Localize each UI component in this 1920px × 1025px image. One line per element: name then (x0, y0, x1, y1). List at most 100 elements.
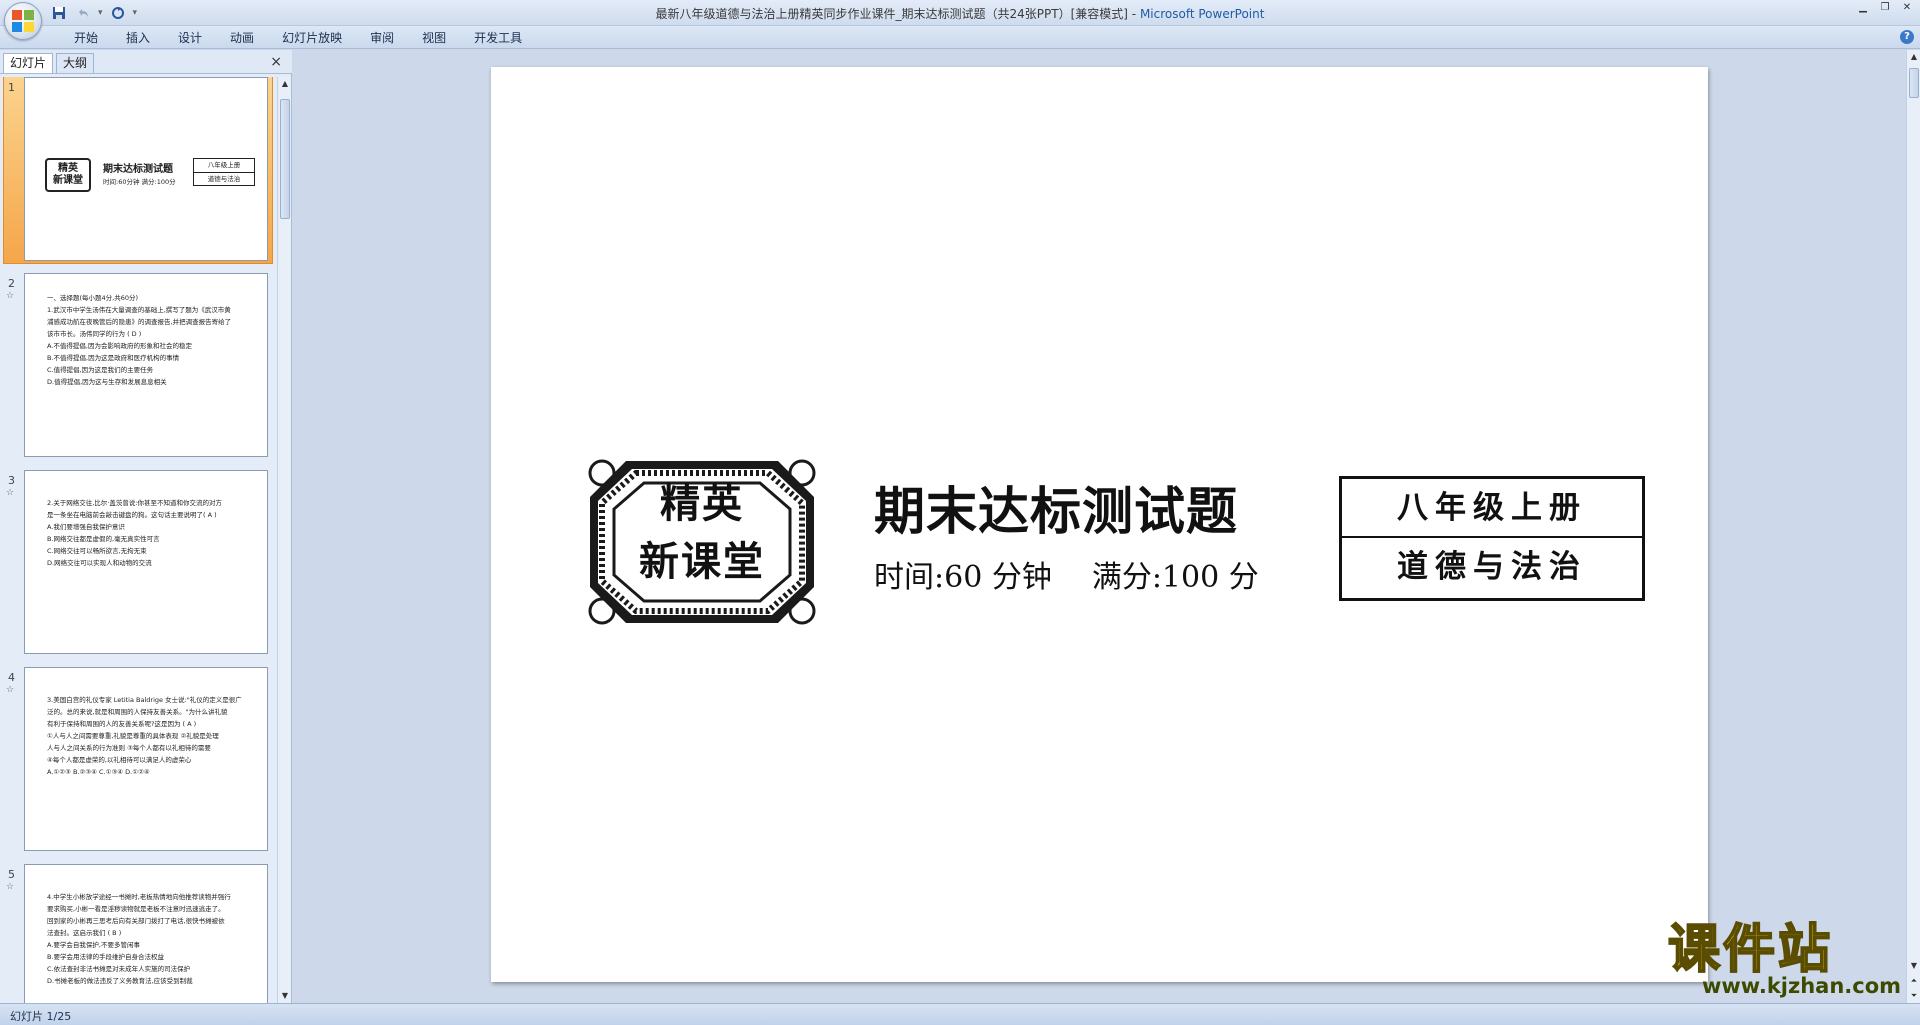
thumbnail-preview[interactable]: 一、选择题(每小题4分,共60分) 1.武汉市中学生汤伟在大量调查的基础上,撰写… (24, 273, 268, 457)
tab-review[interactable]: 审阅 (356, 29, 408, 47)
emblem-logo: 精英 新课堂 (586, 457, 818, 627)
restore-icon[interactable]: ❐ (1876, 2, 1894, 16)
tab-insert[interactable]: 插入 (112, 29, 164, 47)
thumb-text-line: D.网络交往可以实现人和动物的交流 (47, 559, 152, 567)
thumbnail-preview[interactable]: 2.关于网络交往,比尔·盖茨曾说:你甚至不知道和你交流的对方 是一条坐在电脑前会… (24, 470, 268, 654)
mini-subtitle: 时间:60分钟 满分:100分 (103, 178, 176, 186)
thumb-text-line: D.书摊老板的做法违反了义务教育法,应该受到制裁 (47, 977, 193, 985)
thumb-text-line: A.①②③ B.②③④ C.①③④ D.①②④ (47, 768, 150, 776)
thumb-text-line: C.网络交往可以畅所欲言,无拘无束 (47, 547, 147, 555)
thumb-text-line: A.不值得提倡,因为会影响政府的形象和社会的稳定 (47, 342, 192, 350)
next-slide-icon[interactable]: ⏷ (1908, 989, 1920, 1003)
thumb-text-line: C.依法查封非法书摊是对未成年人实施的司法保护 (47, 965, 191, 973)
scrollbar-thumb[interactable] (280, 99, 290, 219)
thumb-text-line: 是一条坐在电脑前会敲击键盘的狗。这句话主要说明了( A ) (47, 511, 217, 519)
slide-number: 5 (8, 868, 15, 881)
tab-outline[interactable]: 大纲 (56, 53, 95, 73)
thumbnail-preview[interactable]: 精英 新课堂 期末达标测试题 时间:60分钟 满分:100分 八年级上册 道德与… (24, 77, 268, 261)
title-bar: ▾ ▾ 最新八年级道德与法治上册精英同步作业课件_期末达标测试题（共24张PPT… (0, 0, 1920, 40)
thumb-text-line: D.值得提倡,因为这与生存和发展息息相关 (47, 378, 167, 386)
thumb-text-line: 浦感成功航在夜晚管后的隐患》的调查报告,并把调查报告寄给了 (47, 318, 232, 326)
tab-slide-show[interactable]: 幻灯片放映 (268, 29, 356, 47)
thumb-text-line: 泛的。总的来说,就是和周围的人保持友善关系。"为什么讲礼貌 (47, 708, 228, 716)
slide-number: 2 (8, 277, 15, 290)
scroll-down-icon[interactable]: ▼ (279, 989, 291, 1003)
slide-title: 期末达标测试题 (874, 482, 1239, 542)
mini-box-bottom: 道德与法治 (207, 175, 241, 183)
thumb-text-line: 2.关于网络交往,比尔·盖茨曾说:你甚至不知道和你交流的对方 (47, 499, 223, 507)
tab-home[interactable]: 开始 (60, 29, 112, 47)
close-icon[interactable]: ✕ (1898, 2, 1916, 16)
thumb-text-line: B.要学会用法律的手段维护自身合法权益 (47, 953, 165, 961)
previous-slide-icon[interactable]: ⏶ (1908, 974, 1920, 988)
thumb-text-line: 该市市长。汤伟同学的行为 ( D ) (47, 330, 142, 338)
tab-design[interactable]: 设计 (164, 29, 216, 47)
animation-star-icon: ☆ (6, 291, 15, 301)
grade-subject-box: 八年级上册 道德与法治 (1339, 476, 1645, 601)
thumb-text-line: B.不值得提倡,因为这是政府和医疗机构的事情 (47, 354, 180, 362)
animation-star-icon: ☆ (6, 488, 15, 498)
slide-editing-area: 精英 新课堂 期末达标测试题 时间:60 分钟 满分:100 分 八年级上册 道德… (293, 50, 1906, 1003)
document-title: 最新八年级道德与法治上册精英同步作业课件_期末达标测试题（共24张PPT）[兼容… (655, 7, 1128, 21)
status-bar: 幻灯片 1/25 (0, 1003, 1920, 1025)
thumb-text-line: A.要学会自我保护,不要多管闲事 (47, 941, 140, 949)
thumb-text-line: 有利于保持和周围的人的友善关系呢?这是因为 ( A ) (47, 720, 197, 728)
tab-animations[interactable]: 动画 (216, 29, 268, 47)
watermark-url: www.kjzhan.com (1702, 974, 1902, 998)
score-text: 满分:100 分 (1091, 560, 1259, 595)
thumb-text-line: 法查封。这启示我们 ( B ) (47, 929, 122, 937)
thumbnail-preview[interactable]: 3.美国白宫的礼仪专家 Letitia Baldrige 女士说:"礼仪的定义是… (24, 667, 268, 851)
ribbon-tabs: 开始 插入 设计 动画 幻灯片放映 审阅 视图 开发工具 (60, 29, 536, 47)
office-button[interactable] (4, 2, 42, 40)
watermark-text: 课件站 (1667, 920, 1834, 980)
grade-label: 八年级上册 (1342, 479, 1642, 538)
title-separator: - (1127, 7, 1140, 21)
office-logo-icon (12, 10, 34, 32)
mini-title: 期末达标测试题 (103, 164, 173, 175)
emblem-text: 精英 新课堂 (639, 480, 765, 585)
window-controls: ▁ ❐ ✕ (1854, 2, 1916, 16)
thumb-text-line: C.值得提倡,因为这是我们的主要任务 (47, 366, 154, 374)
current-slide[interactable]: 精英 新课堂 期末达标测试题 时间:60 分钟 满分:100 分 八年级上册 道德… (491, 67, 1708, 982)
thumb-text-line: ④每个人都是虚荣的,以礼相待可以满足人的虚荣心 (47, 756, 192, 764)
scroll-down-icon[interactable]: ▼ (1908, 959, 1920, 973)
subject-label: 道德与法治 (1397, 549, 1587, 585)
animation-star-icon: ☆ (6, 882, 15, 892)
slide-scrollbar[interactable]: ▲ ▼ ⏶ ⏷ (1906, 50, 1920, 1003)
scroll-up-icon[interactable]: ▲ (1908, 50, 1920, 64)
thumb-text-line: B.网络交往都是虚假的,毫无真实性可言 (47, 535, 160, 543)
tab-developer[interactable]: 开发工具 (460, 29, 536, 47)
slide-subtitle: 时间:60 分钟 满分:100 分 (874, 552, 1259, 596)
minimize-icon[interactable]: ▁ (1854, 2, 1872, 16)
tab-slides[interactable]: 幻灯片 (3, 53, 54, 73)
thumb-text-line: A.我们要增强自我保护意识 (47, 523, 125, 531)
slide-number: 3 (8, 474, 15, 487)
window-title: 最新八年级道德与法治上册精英同步作业课件_期末达标测试题（共24张PPT）[兼容… (0, 5, 1920, 22)
mini-emblem-text: 精英 新课堂 (53, 163, 83, 186)
slides-panel: 幻灯片 大纲 × 1 精英 新课堂 期末达标测试题 时间:60分钟 满分:100… (0, 50, 292, 1003)
watermark-logo: 课件站 www.kjzhan.com (1667, 920, 1902, 1002)
thumb-text-line: 1.武汉市中学生汤伟在大量调查的基础上,撰写了题为《武汉市黄 (47, 306, 231, 314)
help-icon[interactable]: ? (1900, 30, 1914, 44)
slide-number: 1 (8, 81, 15, 94)
mini-box-top: 八年级上册 (194, 159, 254, 173)
mini-grade-box: 八年级上册 道德与法治 (193, 158, 255, 186)
thumbnail-scrollbar[interactable]: ▲ ▼ (277, 77, 291, 1003)
thumb-text-line: 一、选择题(每小题4分,共60分) (47, 294, 139, 302)
app-name: Microsoft PowerPoint (1139, 7, 1265, 21)
ribbon-tab-row: 开始 插入 设计 动画 幻灯片放映 审阅 视图 开发工具 ? (0, 26, 1920, 49)
thumb-text-line: 3.美国白宫的礼仪专家 Letitia Baldrige 女士说:"礼仪的定义是… (47, 696, 242, 704)
time-text: 时间:60 分钟 (874, 560, 1052, 595)
thumb-text-line: 人与人之间关系的行为准则 ③每个人都有以礼相待的需要 (47, 744, 211, 752)
panel-close-icon[interactable]: × (270, 54, 282, 70)
scrollbar-thumb[interactable] (1909, 68, 1919, 98)
panel-tabs: 幻灯片 大纲 × (0, 50, 292, 74)
scroll-up-icon[interactable]: ▲ (279, 77, 291, 91)
slide-indicator: 幻灯片 1/25 (10, 1010, 72, 1023)
thumbnail-preview[interactable]: 4.中学生小彬放学途经一书摊时,老板热情地向他推荐读物并强行 要求购买,小彬一看… (24, 864, 268, 1003)
slide-number: 4 (8, 671, 15, 684)
animation-star-icon: ☆ (6, 685, 15, 695)
thumb-text-line: 要求购买,小彬一看是淫秽读物就是老板不注意时迅速逃走了。 (47, 905, 225, 913)
tab-view[interactable]: 视图 (408, 29, 460, 47)
mini-emblem: 精英 新课堂 (45, 158, 91, 192)
